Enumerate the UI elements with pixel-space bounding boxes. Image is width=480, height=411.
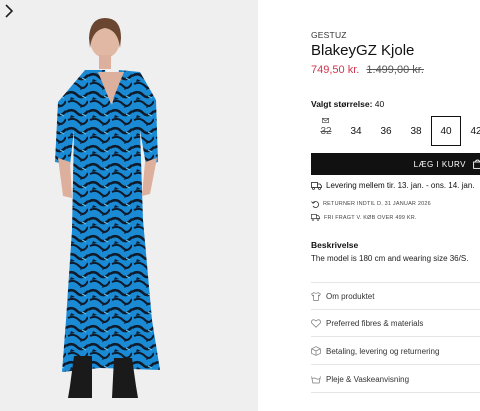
size-option-36[interactable]: 36 — [371, 116, 401, 146]
heart-icon — [311, 318, 321, 328]
box-icon — [311, 346, 321, 356]
product-title: BlakeyGZ Kjole — [311, 42, 415, 59]
product-brand[interactable]: GESTUZ — [311, 30, 347, 40]
description-heading: Beskrivelse — [311, 240, 359, 250]
truck-icon — [311, 181, 322, 190]
product-image-gallery — [0, 0, 258, 411]
size-option-32[interactable]: 32 — [311, 116, 341, 146]
accordion-preferred-fibres[interactable]: Preferred fibres & materials — [311, 310, 480, 337]
product-photo — [55, 18, 160, 398]
wash-icon — [311, 375, 321, 383]
returns-info: RETURNER INDTIL D. 31 JANUAR 2026 — [311, 200, 431, 208]
accordion-payment-delivery[interactable]: Betaling, levering og returnering — [311, 338, 480, 365]
size-option-38[interactable]: 38 — [401, 116, 431, 146]
return-arrow-icon — [311, 201, 319, 208]
next-image-arrow-icon[interactable] — [0, 0, 18, 22]
delivery-estimate: Levering mellem tir. 13. jan. - ons. 14.… — [311, 181, 475, 190]
sale-price: 749,50 kr. — [311, 64, 360, 76]
free-shipping-info: FRI FRAGT V. KØB OVER 499 KR. — [311, 214, 417, 221]
accordion-care-instructions[interactable]: Pleje & Vaskeanvisning — [311, 366, 480, 393]
add-to-cart-button[interactable]: LÆG I KURV — [311, 153, 480, 175]
product-info: GESTUZ BlakeyGZ Kjole 749,50 kr. 1.499,0… — [311, 0, 480, 411]
size-option-42[interactable]: 42 — [461, 116, 480, 146]
truck-small-icon — [311, 214, 320, 221]
shopping-bag-icon — [473, 159, 480, 169]
selected-size-label: Valgt størrelse: 40 — [311, 99, 385, 109]
price: 749,50 kr. 1.499,00 kr. — [311, 64, 424, 76]
selected-size-value: 40 — [374, 99, 385, 109]
original-price: 1.499,00 kr. — [366, 64, 424, 76]
size-option-34[interactable]: 34 — [341, 116, 371, 146]
size-selector: 32 34 36 38 40 42 — [311, 116, 480, 146]
accordion-about-product[interactable]: Om produktet — [311, 282, 480, 310]
size-option-40[interactable]: 40 — [431, 116, 461, 146]
description-text: The model is 180 cm and wearing size 36/… — [311, 254, 469, 263]
notify-mail-icon — [322, 118, 329, 123]
shirt-icon — [311, 291, 321, 301]
